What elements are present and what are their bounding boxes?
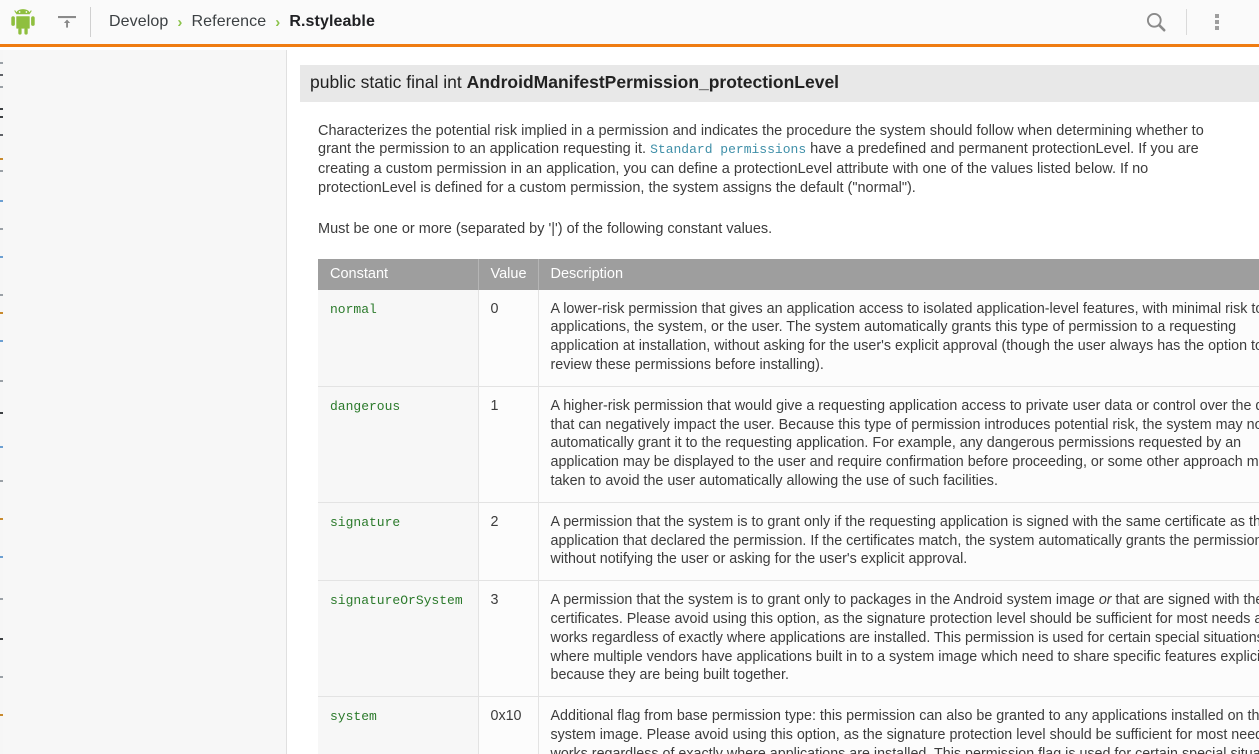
cell-constant-description: Additional flag from base permission typ…	[538, 696, 1259, 754]
table-body: normal 0 A lower-risk permission that give…	[318, 289, 1259, 754]
header-right-group	[1136, 0, 1259, 44]
table-row: dangerous 1 A higher-risk permission that …	[318, 386, 1259, 503]
table-row: signatureOrSystem 3 A permission that the …	[318, 580, 1259, 698]
cell-constant-description: A permission that the system is to grant…	[538, 502, 1259, 582]
breadcrumb-separator-icon: ›	[275, 13, 281, 31]
description-paragraph: Characterizes the potential risk implied…	[318, 122, 1229, 198]
cell-constant-value: 2	[478, 502, 539, 582]
cell-constant-value: 0	[478, 289, 539, 387]
cell-constant-description: A permission that the system is to grant…	[538, 580, 1259, 698]
cell-constant-value: 1	[478, 386, 539, 503]
header-divider	[90, 7, 91, 37]
header-left-group: Develop › Reference › R.styleable	[0, 0, 375, 44]
table-row: system 0x10 Additional flag from base perm…	[318, 696, 1259, 754]
constants-table: Constant Value Description normal 0 A lowe…	[318, 258, 1259, 754]
left-sidebar	[3, 50, 287, 754]
cell-constant-description: A lower-risk permission that gives an ap…	[538, 289, 1259, 387]
description-emphasis: or	[1098, 592, 1112, 609]
page-root: Develop › Reference › R.styleable public…	[0, 0, 1259, 754]
cell-constant-name: signature	[318, 502, 479, 582]
description-text-part-1: A permission that the system is to grant…	[550, 592, 1099, 609]
standard-permissions-link[interactable]: Standard permissions	[650, 142, 806, 157]
column-header-description: Description	[538, 258, 1259, 290]
cell-constant-description: A higher-risk permission that would give…	[538, 386, 1259, 503]
table-header: Constant Value Description	[318, 258, 1259, 290]
breadcrumb-item-develop[interactable]: Develop	[109, 13, 168, 31]
search-icon[interactable]	[1136, 0, 1176, 44]
main-content: public static final int AndroidManifestP…	[288, 50, 1259, 754]
member-signature-prefix: public static final int	[310, 72, 467, 92]
header-divider	[1186, 9, 1187, 35]
cell-constant-name: signatureOrSystem	[318, 580, 479, 698]
dock-top-icon[interactable]	[46, 0, 88, 46]
table-row: signature 2 A permission that the system i…	[318, 502, 1259, 582]
android-robot-icon[interactable]	[0, 0, 46, 46]
breadcrumb: Develop › Reference › R.styleable	[109, 13, 375, 31]
constants-intro-paragraph: Must be one or more (separated by '|') o…	[318, 220, 773, 237]
breadcrumb-item-reference[interactable]: Reference	[192, 13, 267, 31]
member-signature-name: AndroidManifestPermission_protectionLeve…	[466, 72, 840, 92]
breadcrumb-item-current: R.styleable	[289, 13, 375, 30]
breadcrumb-separator-icon: ›	[177, 13, 183, 31]
column-header-constant: Constant	[318, 258, 479, 290]
cell-constant-name: system	[318, 696, 479, 754]
cell-constant-value: 3	[478, 580, 539, 698]
cell-constant-name: normal	[318, 289, 479, 387]
member-signature-header: public static final int AndroidManifestP…	[300, 65, 1259, 102]
table-row: normal 0 A lower-risk permission that give…	[318, 289, 1259, 387]
site-header: Develop › Reference › R.styleable	[0, 0, 1259, 47]
cell-constant-value: 0x10	[478, 696, 539, 754]
kebab-menu-icon[interactable]	[1197, 0, 1237, 44]
cell-constant-name: dangerous	[318, 386, 479, 503]
column-header-value: Value	[478, 258, 539, 290]
table-header-row: Constant Value Description	[318, 258, 1259, 290]
